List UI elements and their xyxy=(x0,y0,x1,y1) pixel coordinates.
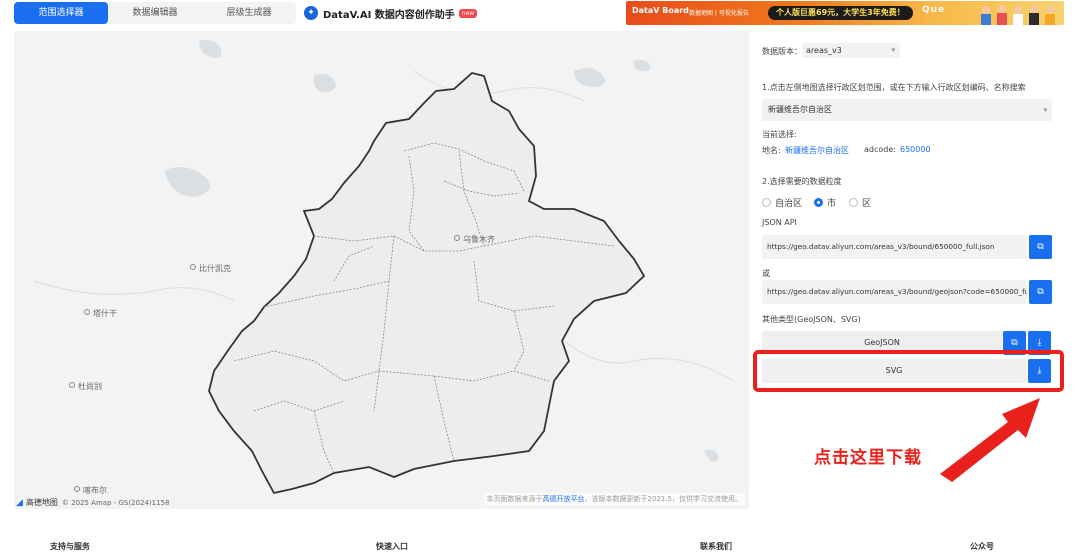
map-background xyxy=(33,40,735,495)
footer-quick-entry[interactable]: 快速入口 xyxy=(376,541,408,552)
version-label: 数据版本： xyxy=(762,47,802,56)
radio-autonomous-region[interactable]: 自治区 xyxy=(762,196,802,209)
footer-wechat[interactable]: 公众号 xyxy=(970,541,994,552)
step1-instruction: 1.点击左侧地图选择行政区划范围，或在下方输入行政区划编码、名称搜索 xyxy=(762,83,1026,92)
other-types-label: 其他类型(GeoJSON、SVG) xyxy=(762,315,861,324)
brand-name: DataV.AI 数据内容创作助手 xyxy=(323,9,455,21)
promo-banner[interactable]: DataV Board 数据地图 | 可视化报告 个人版巨惠69元，大学生3年免… xyxy=(626,1,1064,25)
banner-promo: 个人版巨惠69元，大学生3年免费！ xyxy=(768,6,913,20)
banner-title: DataV Board xyxy=(632,6,689,15)
region-map[interactable]: 乌鲁木齐 比什凯克 塔什干 杜尚别 喀布尔 ◢ 高德地图 © 2025 Amap… xyxy=(14,31,749,509)
radio-label: 区 xyxy=(862,199,872,209)
radio-city[interactable]: 市 xyxy=(814,196,836,209)
radio-label: 自治区 xyxy=(775,199,803,209)
tab-data-editor[interactable]: 数据编辑器 xyxy=(108,2,202,24)
footer: 支持与服务 快速入口 联系我们 公众号 xyxy=(0,538,1080,552)
city-label-urumqi: 乌鲁木齐 xyxy=(454,234,495,245)
radio-district[interactable]: 区 xyxy=(849,196,871,209)
adcode-label: adcode: xyxy=(864,145,896,154)
tool-tabs: 范围选择器 数据编辑器 层级生成器 xyxy=(14,2,296,24)
copy-geojson-url-button[interactable]: ⧉ xyxy=(1029,280,1052,304)
banner-subtitle: 数据地图 | 可视化报告 xyxy=(689,10,749,17)
geojson-url-field[interactable]: https://geo.datav.aliyun.com/areas_v3/bo… xyxy=(762,280,1027,304)
map-copyright: © 2025 Amap - GS(2024)1158 xyxy=(61,498,170,507)
radio-label: 市 xyxy=(827,199,837,209)
banner-deco-text: Que xyxy=(922,5,946,15)
radio-circle-icon xyxy=(849,198,858,207)
copy-icon: ⧉ xyxy=(1037,242,1044,252)
place-name-label: 地名: xyxy=(762,146,781,155)
footer-support[interactable]: 支持与服务 xyxy=(50,541,90,552)
city-label-kabul: 喀布尔 xyxy=(74,485,107,496)
chevron-down-icon: ▾ xyxy=(891,46,895,54)
red-arrow-icon xyxy=(940,398,1040,482)
new-badge: new xyxy=(458,8,478,18)
tab-level-generator[interactable]: 层级生成器 xyxy=(202,2,296,24)
radio-checked-icon xyxy=(814,198,823,207)
map-attribution: ◢ 高德地图 © 2025 Amap - GS(2024)1158 xyxy=(16,497,169,508)
tab-range-selector[interactable]: 范围选择器 xyxy=(14,2,108,24)
highlight-box xyxy=(753,350,1064,392)
region-select-value: 新疆维吾尔自治区 xyxy=(768,105,832,114)
region-select[interactable]: 新疆维吾尔自治区 ▾ xyxy=(762,99,1052,121)
top-bar: 范围选择器 数据编辑器 层级生成器 ✦ DataV.AI 数据内容创作助手 ne… xyxy=(0,0,1080,28)
city-label-dushanbe: 杜尚别 xyxy=(69,381,102,392)
or-label: 或 xyxy=(762,269,770,278)
download-callout: 点击这里下载 xyxy=(814,448,922,468)
json-api-label: JSON API xyxy=(762,218,797,227)
copy-icon: ⧉ xyxy=(1037,287,1044,297)
version-select[interactable]: areas_v3 ▾ xyxy=(802,43,900,58)
adcode-value[interactable]: 650000 xyxy=(900,145,931,154)
amap-logo-icon: ◢ xyxy=(16,497,23,508)
step2-instruction: 2.选择需要的数据粒度 xyxy=(762,177,842,186)
xinjiang-outline xyxy=(208,72,646,495)
footer-contact[interactable]: 联系我们 xyxy=(700,541,732,552)
city-label-bishkek: 比什凯克 xyxy=(190,263,231,274)
datav-ai-link[interactable]: ✦ DataV.AI 数据内容创作助手 new xyxy=(304,5,478,21)
people-illustration-icon xyxy=(981,5,1055,25)
radio-circle-icon xyxy=(762,198,771,207)
amap-logo-text: 高德地图 xyxy=(25,498,58,507)
chevron-down-icon: ▾ xyxy=(1043,106,1047,114)
download-icon: ⤓ xyxy=(1037,338,1042,348)
notice-suffix: ，该版本数据更新于2021.5，仅供学习交流使用。 xyxy=(584,495,743,503)
json-api-url-field[interactable]: https://geo.datav.aliyun.com/areas_v3/bo… xyxy=(762,235,1027,259)
place-name-value[interactable]: 新疆维吾尔自治区 xyxy=(785,145,849,156)
copy-icon: ⧉ xyxy=(1011,338,1018,348)
notice-prefix: 本页面数据来源于 xyxy=(486,495,543,503)
amap-open-platform-link[interactable]: 高德开放平台 xyxy=(543,495,585,503)
map-data-notice: 本页面数据来源于高德开放平台，该版本数据更新于2021.5，仅供学习交流使用。 xyxy=(483,493,745,505)
city-label-tashkent: 塔什干 xyxy=(84,308,117,319)
version-value: areas_v3 xyxy=(806,46,842,55)
current-selection-label: 当前选择: xyxy=(762,130,797,139)
copy-json-url-button[interactable]: ⧉ xyxy=(1029,235,1052,259)
datav-logo-icon: ✦ xyxy=(304,6,318,20)
